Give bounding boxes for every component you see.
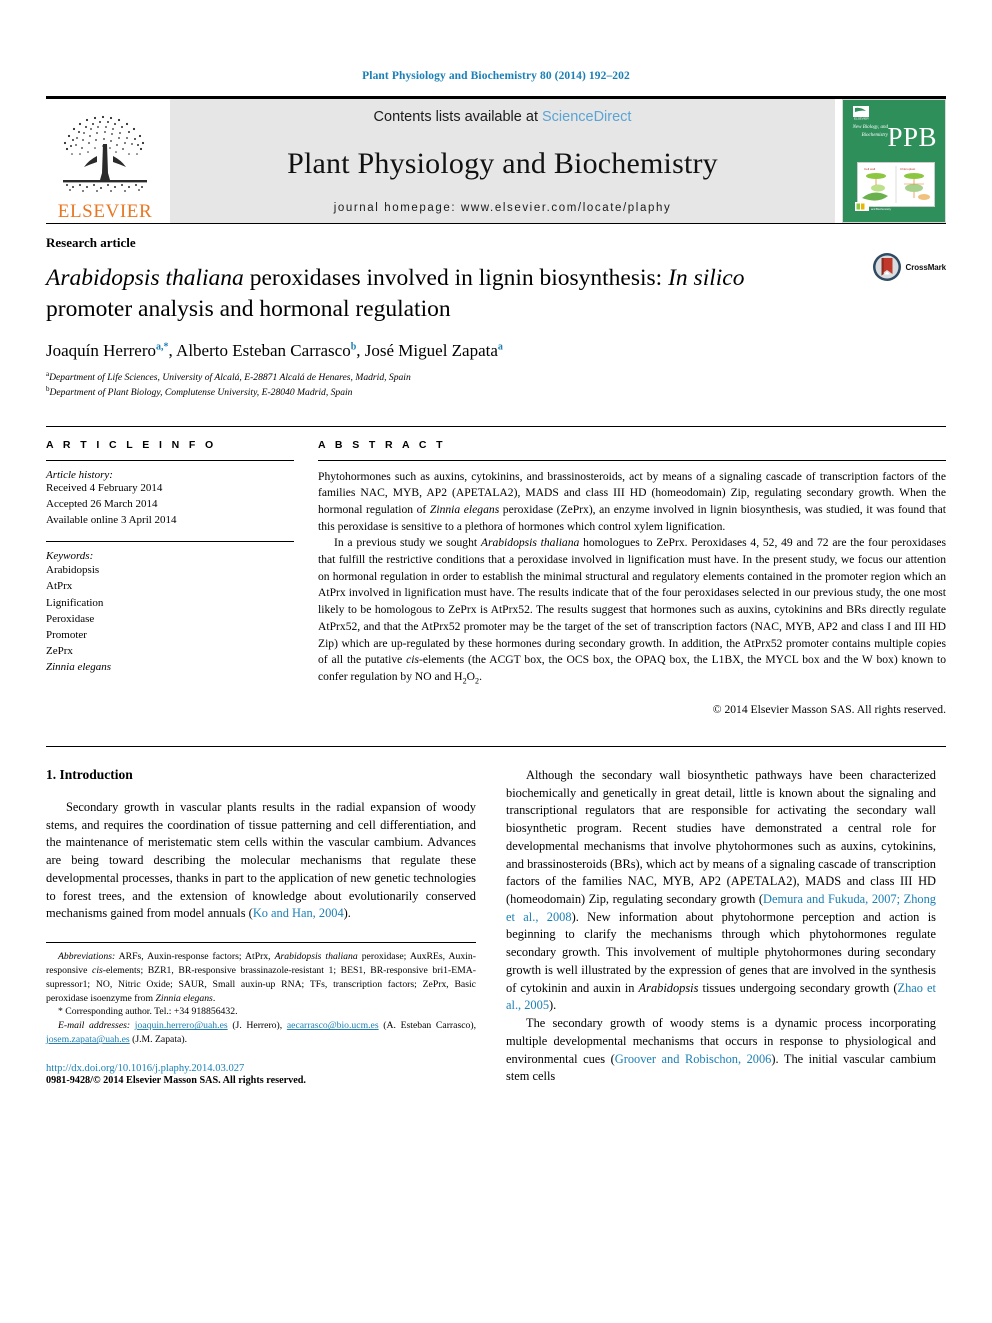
email-who-3: (J.M. Zapata). (129, 1034, 188, 1046)
journal-title: Plant Physiology and Biochemistry (287, 146, 718, 180)
journal-homepage-link[interactable]: journal homepage: www.elsevier.com/locat… (334, 202, 672, 214)
svg-text:and Biochemistry: and Biochemistry (871, 207, 892, 211)
affiliation-a-text: Department of Life Sciences, University … (49, 372, 411, 384)
affiliation-a: aDepartment of Life Sciences, University… (46, 370, 946, 385)
keyword-item: ZePrx (46, 644, 73, 657)
keyword-item: Peroxidase (46, 612, 95, 625)
email-who-1: (J. Herrero), (227, 1020, 287, 1032)
intro-paragraph-3: The secondary growth of woody stems is a… (506, 1016, 937, 1084)
email-who-2: (A. Esteban Carrasco), (383, 1020, 477, 1032)
elsevier-wordmark: ELSEVIER (57, 201, 153, 222)
abbreviations-note: Abbreviations: ARFs, Auxin-response fact… (46, 950, 476, 1004)
issn-copyright-line: 0981-9428/© 2014 Elsevier Masson SAS. Al… (46, 1075, 306, 1087)
page-title: Arabidopsis thaliana peroxidases involve… (46, 263, 781, 325)
title-block: Research article Arabidopsis thaliana pe… (46, 223, 946, 400)
svg-text:ELSEVIER: ELSEVIER (854, 117, 869, 121)
keyword-item: Arabidopsis (46, 564, 100, 577)
email-addresses-note: E-mail addresses: joaquin.herrero@uah.es… (46, 1019, 476, 1047)
section-heading-introduction: 1. Introduction (46, 766, 133, 782)
title-segment-2: peroxidases involved in lignin biosynthe… (243, 265, 669, 291)
journal-cover-image: ELSEVIER New Biology, and Biochemistry P… (842, 99, 946, 223)
affiliation-b: bDepartment of Plant Biology, Complutens… (46, 385, 946, 400)
abstract-paragraph-2: In a previous study we sought Arabidopsi… (318, 536, 946, 686)
abstract-column: A B S T R A C T Phytohormones such as au… (318, 439, 946, 716)
cover-figure: Cell wall Chloroplast (857, 162, 935, 207)
email-label: E-mail addresses: (58, 1020, 131, 1032)
email-link-3[interactable]: josem.zapata@uah.es (46, 1034, 130, 1045)
article-history-block: Article history: Received 4 February 201… (46, 469, 294, 529)
keyword-item: Zinnia elegans (46, 660, 112, 673)
title-segment-4: promoter analysis and hormonal regulatio… (46, 296, 451, 323)
abstract-copyright: © 2014 Elsevier Masson SAS. All rights r… (712, 702, 946, 716)
keyword-item: AtPrx (46, 580, 73, 593)
history-received: Received 4 February 2014 (46, 481, 163, 494)
author-affil-marker: a (497, 341, 503, 353)
author-affil-marker: a,* (156, 341, 169, 353)
author-affil-marker: b (350, 341, 357, 353)
article-type-label: Research article (46, 235, 136, 250)
author-list: Joaquín Herreroa,*, Alberto Esteban Carr… (46, 341, 503, 361)
elsevier-tree-icon (63, 115, 147, 192)
cover-elsevier-mark-icon: ELSEVIER (853, 106, 869, 120)
sciencedirect-link[interactable]: ScienceDirect (542, 109, 631, 125)
abstract-heading: A B S T R A C T (318, 438, 446, 451)
article-info-heading: A R T I C L E I N F O (46, 438, 217, 451)
article-info-column: A R T I C L E I N F O Article history: R… (46, 439, 294, 716)
footnotes-block: Abbreviations: ARFs, Auxin-response fact… (46, 941, 476, 1087)
corresponding-author-text: Corresponding author. Tel.: +34 91885643… (65, 1006, 238, 1018)
title-species-italic: Arabidopsis thaliana (46, 265, 244, 291)
article-page: Plant Physiology and Biochemistry 80 (20… (0, 0, 992, 1323)
doi-link[interactable]: http://dx.doi.org/10.1016/j.plaphy.2014.… (46, 1063, 476, 1074)
cover-title: PPB (887, 122, 937, 152)
crossmark-label: CrossMark (905, 262, 947, 272)
citation-demura-zhong[interactable]: Demura and Fukuda, 2007; Zhong et al., 2… (506, 892, 936, 924)
abbreviations-label: Abbreviations: (58, 950, 116, 962)
keywords-label: Keywords: (46, 550, 94, 563)
citation-ko-han-2004[interactable]: Ko and Han, 2004 (253, 906, 344, 920)
cover-diagram-icon: Cell wall Chloroplast (862, 166, 930, 203)
body-column-right: Although the secondary wall biosynthetic… (506, 767, 936, 1086)
article-info-rule (46, 459, 294, 461)
cover-subtitle: New Biology, and Biochemistry (852, 125, 888, 138)
svg-text:Cell wall: Cell wall (864, 167, 876, 171)
abstract-rule (318, 459, 946, 461)
citation-zhao-2005[interactable]: Zhao et al., 2005 (506, 981, 936, 1013)
corresponding-star: * (58, 1006, 63, 1018)
intro-paragraph-1: Secondary growth in vascular plants resu… (46, 799, 476, 921)
intro-paragraph-2: Although the secondary wall biosynthetic… (506, 767, 937, 1013)
svg-text:Plant Physiology: Plant Physiology (871, 204, 891, 208)
running-head: Plant Physiology and Biochemistry 80 (20… (362, 70, 630, 82)
abstract-paragraph-1: Phytohormones such as auxins, cytokinins… (318, 469, 946, 533)
info-abstract-section: A R T I C L E I N F O Article history: R… (46, 425, 946, 716)
body-column-left: 1. Introduction Secondary growth in vasc… (46, 767, 476, 1086)
affiliation-b-text: Department of Plant Biology, Complutense… (49, 387, 353, 399)
crossmark-icon (872, 253, 901, 281)
masthead-banner: Contents lists available at ScienceDirec… (170, 99, 835, 223)
citation-groover-robischon-2006[interactable]: Groover and Robischon, 2006 (615, 1052, 772, 1066)
history-available-online: Available online 3 April 2014 (46, 513, 177, 526)
keywords-block: Keywords: Arabidopsis AtPrx Lignificatio… (46, 550, 294, 674)
keywords-rule (46, 541, 294, 543)
keyword-item: Promoter (46, 628, 87, 641)
email-link-1[interactable]: joaquin.herrero@uah.es (135, 1020, 228, 1031)
body-columns: 1. Introduction Secondary growth in vasc… (46, 745, 946, 1086)
svg-text:Chloroplast: Chloroplast (900, 167, 915, 171)
contents-lists-line: Contents lists available at ScienceDirec… (374, 109, 632, 125)
keyword-item: Lignification (46, 596, 104, 609)
journal-masthead: ELSEVIER Contents lists available at Sci… (46, 96, 946, 223)
elsevier-logo: ELSEVIER (46, 99, 164, 223)
email-link-2[interactable]: aecarrasco@bio.ucm.es (287, 1020, 379, 1031)
crossmark-badge[interactable]: CrossMark (872, 252, 946, 282)
corresponding-author-note: * Corresponding author. Tel.: +34 918856… (46, 1005, 476, 1019)
history-accepted: Accepted 26 March 2014 (46, 497, 158, 510)
contents-lists-prefix: Contents lists available at (373, 109, 542, 125)
title-insilico-italic: In silico (668, 265, 745, 291)
cover-footer-logo-icon: Plant Physiology and Biochemistry (855, 202, 892, 211)
article-history-label: Article history: (46, 468, 113, 481)
